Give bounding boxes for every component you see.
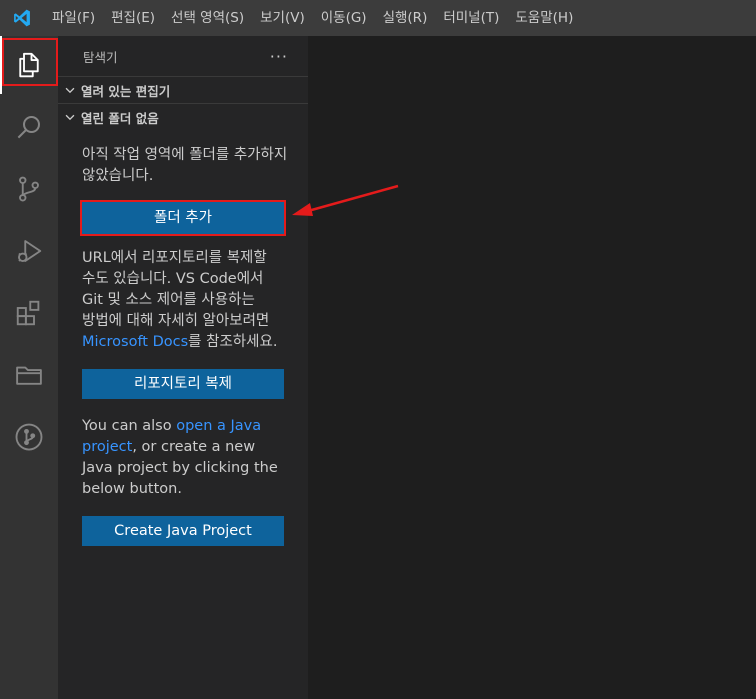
section-no-folder-label: 열린 폴더 없음 (81, 110, 159, 126)
section-no-folder[interactable]: 열린 폴더 없음 (58, 103, 308, 130)
clone-text-1: URL에서 리포지토리를 복제할 수도 있습니다. VS Code에서 Git … (82, 250, 270, 329)
git-graph-icon (15, 423, 43, 451)
menu-bar: 파일(F) 편집(E) 선택 영역(S) 보기(V) 이동(G) 실행(R) 터… (44, 0, 581, 36)
no-folder-message: 아직 작업 영역에 폴더를 추가하지 않았습니다. (82, 147, 288, 184)
chevron-down-icon (65, 87, 75, 94)
menu-selection[interactable]: 선택 영역(S) (163, 0, 252, 36)
run-debug-icon (18, 240, 42, 262)
folder-icon (16, 366, 42, 385)
folder-activity-button[interactable] (0, 346, 58, 404)
microsoft-docs-link[interactable]: Microsoft Docs (82, 334, 188, 350)
create-java-project-button[interactable]: Create Java Project (82, 516, 284, 546)
clone-text-2: 를 참조하세요. (188, 334, 278, 350)
chevron-down-icon (65, 114, 75, 121)
extensions-activity-button[interactable] (0, 284, 58, 342)
explorer-sidebar: 탐색기 ··· 열려 있는 편집기 열린 폴더 없음 아직 작업 영역에 폴더를… (58, 36, 308, 699)
menu-view[interactable]: 보기(V) (252, 0, 313, 36)
more-actions-icon[interactable]: ··· (270, 47, 288, 66)
java-message: You can also open a Java project, or cre… (82, 416, 288, 500)
add-folder-button[interactable]: 폴더 추가 (80, 200, 286, 236)
explorer-activity-button[interactable] (0, 36, 58, 94)
menu-terminal[interactable]: 터미널(T) (435, 0, 507, 36)
section-open-editors-label: 열려 있는 편집기 (81, 83, 171, 99)
search-icon (17, 116, 40, 139)
java-text-1: You can also (82, 418, 177, 434)
title-bar: 파일(F) 편집(E) 선택 영역(S) 보기(V) 이동(G) 실행(R) 터… (0, 0, 756, 36)
menu-edit[interactable]: 편집(E) (103, 0, 163, 36)
menu-run[interactable]: 실행(R) (375, 0, 436, 36)
clone-repository-button[interactable]: 리포지토리 복제 (82, 369, 284, 399)
git-graph-activity-button[interactable] (0, 408, 58, 466)
sidebar-title: 탐색기 (83, 49, 118, 65)
source-control-icon (19, 176, 39, 202)
menu-help[interactable]: 도움말(H) (507, 0, 581, 36)
editor-area (308, 36, 756, 699)
menu-file[interactable]: 파일(F) (44, 0, 103, 36)
clone-message: URL에서 리포지토리를 복제할 수도 있습니다. VS Code에서 Git … (82, 248, 288, 353)
vscode-logo-icon (0, 0, 44, 36)
run-debug-activity-button[interactable] (0, 222, 58, 280)
activity-bar (0, 36, 58, 699)
menu-go[interactable]: 이동(G) (313, 0, 375, 36)
sidebar-header: 탐색기 ··· (58, 36, 308, 76)
extensions-icon (16, 300, 40, 326)
search-activity-button[interactable] (0, 98, 58, 156)
welcome-content: 아직 작업 영역에 폴더를 추가하지 않았습니다. 폴더 추가 URL에서 리포… (58, 130, 308, 546)
source-control-activity-button[interactable] (0, 160, 58, 218)
section-open-editors[interactable]: 열려 있는 편집기 (58, 76, 308, 103)
files-icon (19, 52, 39, 78)
